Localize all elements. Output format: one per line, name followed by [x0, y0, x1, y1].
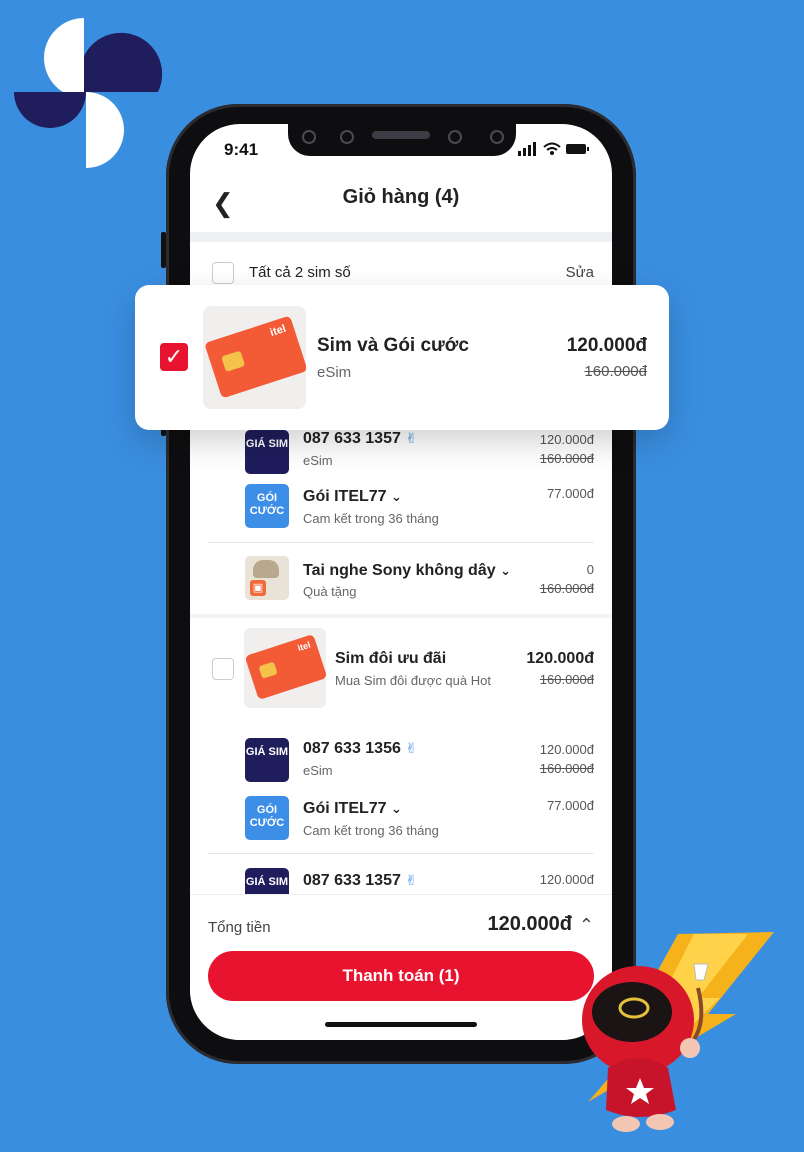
highlighted-cart-item[interactable]: ✓ itel Sim và Gói cước eSim 120.000đ 160… [135, 285, 669, 430]
sim-price: 120.000đ [539, 872, 594, 887]
app-screen: 9:41 ❮ Giỏ hàng (4) Tất cả 2 sim số Sửa … [190, 124, 612, 1040]
cart-product-row: itel Sim đôi ưu đãi Mua Sim đôi được quà… [190, 624, 612, 716]
sim-price-badge: GIÁ SIM [245, 738, 289, 782]
total-label: Tổng tiền [208, 919, 271, 936]
sim-chip-icon [258, 661, 278, 679]
plan-badge: GÓI CƯỚC [245, 484, 289, 528]
plan-price: 77.000đ [547, 798, 594, 813]
phone-notch [288, 120, 516, 156]
sensor-icon [448, 130, 462, 144]
sim-chip-icon [221, 350, 246, 372]
chevron-down-icon[interactable]: ⌄ [391, 801, 402, 816]
list-item: GÓI CƯỚC Gói ITEL77 ⌄ Cam kết trong 36 t… [190, 482, 612, 540]
sim-number: 087 633 1356 ✌ [303, 740, 418, 757]
plan-commitment: Cam kết trong 36 tháng [303, 823, 439, 838]
section-divider [190, 232, 612, 242]
phone-side-button [161, 232, 166, 268]
sim-price: 120.000đ [539, 432, 594, 447]
handshake-icon: ✌ [405, 430, 418, 446]
chevron-down-icon[interactable]: ⌄ [391, 489, 402, 504]
plan-name: Gói ITEL77 ⌄ [303, 800, 402, 817]
gift-original-price: 160.000đ [539, 581, 594, 596]
list-item: GIÁ SIM 087 633 1357 ✌ eSim 120.000đ 160… [190, 426, 612, 484]
home-indicator [325, 1022, 477, 1027]
sim-type: eSim [303, 763, 333, 778]
speaker-grille [372, 131, 430, 139]
status-time: 9:41 [224, 140, 259, 159]
popup-item-original-price: 160.000đ [584, 363, 647, 380]
brand-logo [14, 18, 162, 168]
sim-price: 120.000đ [539, 742, 594, 757]
sim-original-price: 160.000đ [539, 451, 594, 466]
checkout-button[interactable]: Thanh toán (1) [208, 951, 594, 1001]
product-checkbox[interactable] [212, 658, 234, 680]
plan-name: Gói ITEL77 ⌄ [303, 488, 402, 505]
status-icons [518, 142, 590, 161]
list-item: GIÁ SIM 087 633 1357 ✌ 120.000đ [190, 866, 612, 912]
gift-price: 0 [586, 562, 594, 577]
plan-commitment: Cam kết trong 36 tháng [303, 511, 439, 526]
popup-item-price: 120.000đ [566, 335, 647, 356]
checked-checkbox[interactable]: ✓ [160, 343, 188, 371]
gift-icon: ▣ [250, 580, 266, 596]
sim-card-image: itel [244, 628, 326, 708]
top-nav: ❮ Giỏ hàng (4) [190, 176, 612, 232]
list-item: ▣ Tai nghe Sony không dây ⌄ Quà tặng 0 1… [190, 554, 612, 606]
sensor-icon [340, 130, 354, 144]
sim-number: 087 633 1357 ✌ [303, 872, 418, 889]
product-sub: Mua Sim đôi được quà Hot [335, 673, 491, 688]
mascot-illustration [582, 932, 774, 1132]
item-divider [208, 542, 594, 543]
plan-price: 77.000đ [547, 486, 594, 501]
camera-icon [490, 130, 504, 144]
itel-logo: itel [268, 322, 288, 340]
handshake-icon: ✌ [405, 740, 418, 756]
product-original-price: 160.000đ [539, 672, 594, 687]
sim-card-image: itel [203, 306, 306, 409]
gift-name: Tai nghe Sony không dây ⌄ [303, 562, 511, 579]
list-item: GÓI CƯỚC Gói ITEL77 ⌄ Cam kết trong 36 t… [190, 794, 612, 852]
select-all-label: Tất cả 2 sim số [249, 264, 351, 281]
popup-item-sub: eSim [317, 364, 352, 381]
gift-label: Quà tặng [303, 584, 357, 599]
sim-number: 087 633 1357 ✌ [303, 430, 418, 447]
select-all-checkbox[interactable] [212, 262, 234, 284]
sim-original-price: 160.000đ [539, 761, 594, 776]
section-divider [190, 614, 612, 618]
handshake-icon: ✌ [405, 872, 418, 888]
product-price: 120.000đ [526, 650, 594, 667]
itel-logo: itel [296, 639, 312, 654]
sim-type: eSim [303, 453, 333, 468]
product-name: Sim đôi ưu đãi [335, 650, 447, 667]
sim-price-badge: GIÁ SIM [245, 430, 289, 474]
page-title: Giỏ hàng (4) [342, 186, 460, 208]
plan-badge: GÓI CƯỚC [245, 796, 289, 840]
chevron-down-icon[interactable]: ⌄ [500, 563, 511, 578]
item-divider [208, 853, 594, 854]
edit-button[interactable]: Sửa [566, 264, 594, 281]
camera-icon [302, 130, 316, 144]
popup-item-name: Sim và Gói cước [317, 335, 469, 356]
list-item: GIÁ SIM 087 633 1356 ✌ eSim 120.000đ 160… [190, 736, 612, 794]
gift-thumbnail: ▣ [245, 556, 289, 600]
